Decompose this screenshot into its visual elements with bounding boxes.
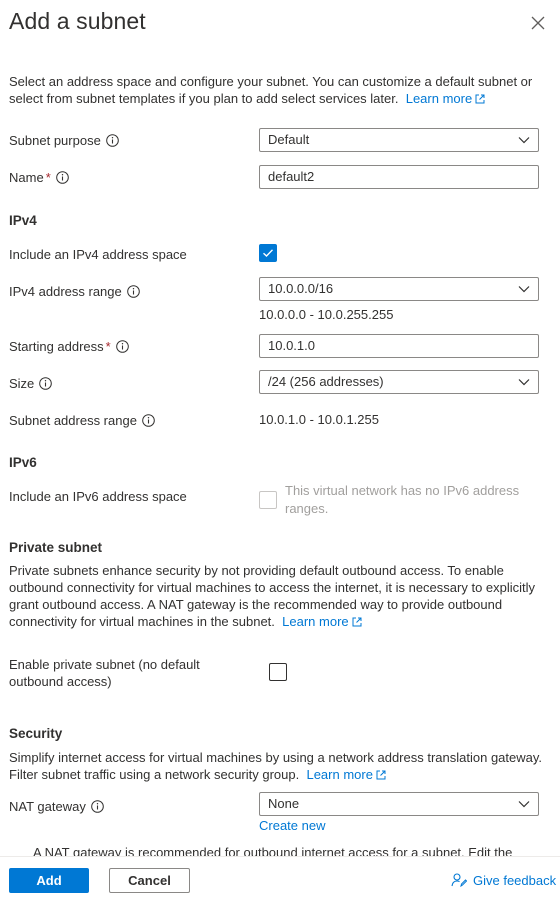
nat-gateway-note: A NAT gateway is recommended for outboun…	[33, 845, 513, 856]
required-mark: *	[105, 339, 111, 354]
external-link-icon	[352, 617, 362, 627]
security-text: Simplify internet access for virtual mac…	[9, 750, 543, 782]
private-subnet-heading: Private subnet	[9, 540, 103, 555]
info-icon[interactable]	[55, 171, 69, 184]
required-mark: *	[45, 170, 51, 185]
nat-gateway-select[interactable]: None	[259, 792, 539, 816]
starting-address-label: Starting address *	[9, 338, 129, 355]
include-ipv4-label: Include an IPv4 address space	[9, 247, 187, 262]
info-icon[interactable]	[115, 340, 129, 353]
chevron-down-icon	[518, 286, 530, 293]
info-icon[interactable]	[39, 377, 53, 390]
panel-body[interactable]: Select an address space and configure yo…	[0, 56, 560, 856]
subnet-purpose-select[interactable]: Default	[259, 128, 539, 152]
give-feedback-link[interactable]: Give feedback	[451, 872, 556, 888]
ipv4-range-hint: 10.0.0.0 - 10.0.255.255	[259, 307, 394, 322]
panel-title: Add a subnet	[9, 8, 146, 34]
panel-footer: Add Cancel Give feedback	[0, 856, 560, 901]
feedback-icon	[451, 873, 468, 888]
chevron-down-icon	[518, 801, 530, 808]
security-paragraph: Simplify internet access for virtual mac…	[9, 749, 549, 783]
chevron-down-icon	[518, 137, 530, 144]
name-label: Name *	[9, 169, 69, 186]
intro-paragraph: Select an address space and configure yo…	[9, 73, 539, 107]
enable-private-subnet-label: Enable private subnet (no default outbou…	[9, 657, 200, 689]
subnet-address-range-label: Subnet address range	[9, 412, 155, 429]
enable-private-subnet-checkbox[interactable]	[269, 663, 287, 681]
subnet-purpose-label: Subnet purpose	[9, 132, 119, 149]
add-button[interactable]: Add	[9, 868, 89, 893]
info-icon[interactable]	[105, 134, 119, 147]
subnet-address-range-value: 10.0.1.0 - 10.0.1.255	[259, 412, 379, 427]
external-link-icon	[475, 94, 485, 104]
size-select[interactable]: /24 (256 addresses)	[259, 370, 539, 394]
ipv6-disabled-text: This virtual network has no IPv6 address…	[285, 483, 520, 516]
include-ipv6-checkbox	[259, 491, 277, 509]
security-heading: Security	[9, 726, 63, 741]
name-input[interactable]: default2	[259, 165, 539, 189]
cancel-button[interactable]: Cancel	[109, 868, 190, 893]
security-learn-more-link[interactable]: Learn more	[306, 767, 386, 782]
ipv4-range-label: IPv4 address range	[9, 283, 140, 300]
checkmark-icon	[263, 249, 274, 257]
close-icon[interactable]	[528, 13, 548, 33]
external-link-icon	[376, 770, 386, 780]
nat-gateway-label: NAT gateway	[9, 798, 104, 815]
ipv6-heading: IPv6	[9, 455, 37, 470]
starting-address-input[interactable]: 10.0.1.0	[259, 334, 539, 358]
ipv4-heading: IPv4	[9, 213, 37, 228]
panel-header: Add a subnet	[0, 0, 560, 56]
private-subnet-paragraph: Private subnets enhance security by not …	[9, 562, 549, 630]
ipv4-range-select[interactable]: 10.0.0.0/16	[259, 277, 539, 301]
info-icon[interactable]	[142, 414, 155, 427]
private-subnet-text: Private subnets enhance security by not …	[9, 563, 536, 629]
intro-learn-more-link[interactable]: Learn more	[406, 91, 485, 106]
create-new-nat-link[interactable]: Create new	[259, 818, 325, 833]
chevron-down-icon	[518, 379, 530, 386]
info-icon[interactable]	[91, 800, 104, 813]
include-ipv4-checkbox[interactable]	[259, 244, 277, 262]
include-ipv6-label: Include an IPv6 address space	[9, 489, 187, 504]
private-subnet-learn-more-link[interactable]: Learn more	[282, 614, 362, 629]
info-icon[interactable]	[126, 285, 140, 298]
size-label: Size	[9, 375, 53, 392]
